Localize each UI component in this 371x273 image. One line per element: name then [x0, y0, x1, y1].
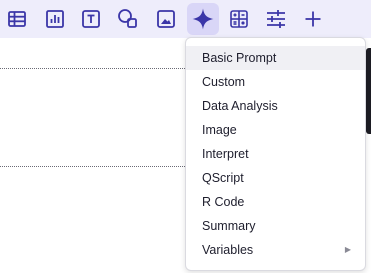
image-button[interactable]: [150, 3, 182, 35]
table-button[interactable]: [1, 3, 33, 35]
text-box-button[interactable]: [75, 3, 107, 35]
text-box-icon: [82, 10, 100, 28]
menu-item-custom[interactable]: Custom: [186, 70, 365, 94]
shapes-icon: [118, 9, 137, 28]
canvas-guide-line-bottom: [0, 166, 185, 167]
menu-item-variables[interactable]: Variables ▶: [186, 238, 365, 262]
chevron-right-icon: ▶: [344, 245, 351, 254]
ai-button[interactable]: [187, 3, 219, 35]
table-icon: [8, 11, 26, 27]
canvas-guide-line-top: [0, 68, 185, 69]
panel-edge: [366, 48, 371, 134]
sparkle-icon: [192, 8, 214, 30]
add-button[interactable]: [297, 3, 329, 35]
menu-item-r-code[interactable]: R Code: [186, 190, 365, 214]
chart-button[interactable]: [39, 3, 71, 35]
filter-button[interactable]: [260, 3, 292, 35]
menu-item-image[interactable]: Image: [186, 118, 365, 142]
toolbar: [0, 0, 371, 38]
calculation-button[interactable]: [223, 3, 255, 35]
menu-item-data-analysis[interactable]: Data Analysis: [186, 94, 365, 118]
shapes-button[interactable]: [112, 3, 144, 35]
bar-chart-icon: [46, 10, 64, 28]
menu-item-interpret[interactable]: Interpret: [186, 142, 365, 166]
ai-menu: Basic Prompt Custom Data Analysis Image …: [185, 37, 366, 271]
image-icon: [157, 10, 175, 28]
plus-icon: [305, 11, 321, 27]
menu-item-variables-label: Variables: [202, 243, 254, 257]
menu-item-basic-prompt[interactable]: Basic Prompt: [186, 46, 365, 70]
menu-item-summary[interactable]: Summary: [186, 214, 365, 238]
menu-item-qscript[interactable]: QScript: [186, 166, 365, 190]
filter-sliders-icon: [267, 10, 285, 28]
calculation-icon: [230, 10, 248, 28]
